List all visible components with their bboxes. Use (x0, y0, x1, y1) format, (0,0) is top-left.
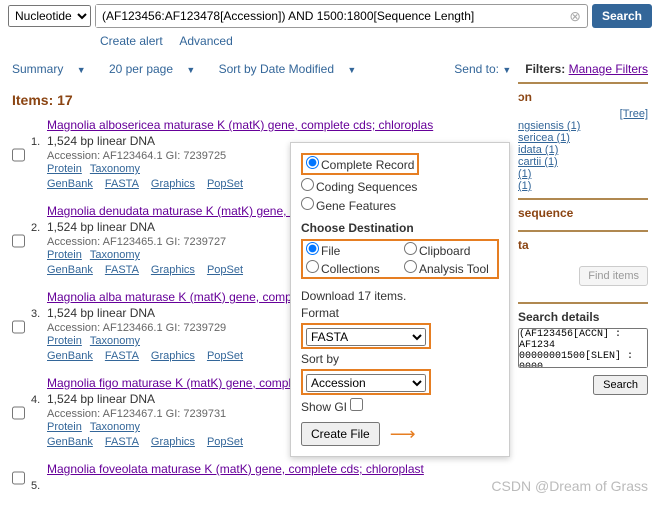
search-details-header: Search details (518, 310, 648, 324)
database-select[interactable]: Nucleotide (8, 5, 91, 27)
taxon-link[interactable]: idata (1) (518, 144, 648, 156)
taxon-link[interactable]: (1) (518, 180, 648, 192)
result-checkbox[interactable] (12, 206, 25, 276)
graphics-link[interactable]: Graphics (151, 178, 195, 190)
result-number: 4. (31, 394, 47, 448)
side-header-ta: ta (518, 238, 648, 252)
find-items-button[interactable]: Find items (579, 266, 648, 286)
collections-label: Collections (321, 262, 380, 276)
popset-link[interactable]: PopSet (207, 178, 243, 190)
graphics-link[interactable]: Graphics (151, 436, 195, 448)
sortby-label: Sort by (301, 352, 499, 366)
analysis-label: Analysis Tool (419, 262, 489, 276)
protein-link[interactable]: Protein (47, 249, 82, 261)
protein-link[interactable]: Protein (47, 163, 82, 175)
clipboard-label: Clipboard (419, 244, 470, 258)
arrow-icon: ⟶ (390, 424, 416, 445)
search-input[interactable] (96, 5, 563, 27)
graphics-link[interactable]: Graphics (151, 264, 195, 276)
gene-features-label: Gene Features (316, 199, 396, 213)
gene-features-radio[interactable] (301, 197, 314, 210)
clipboard-radio[interactable] (404, 242, 417, 255)
showgi-checkbox[interactable] (350, 398, 363, 411)
fasta-link[interactable]: FASTA (105, 264, 139, 276)
items-count: Items: 17 (12, 92, 508, 108)
search-details-button[interactable]: Search (593, 375, 648, 395)
fasta-link[interactable]: FASTA (105, 350, 139, 362)
coding-seq-label: Coding Sequences (316, 180, 417, 194)
taxonomy-link[interactable]: Taxonomy (90, 421, 140, 433)
result-number: 1. (31, 136, 47, 190)
protein-link[interactable]: Protein (47, 421, 82, 433)
taxonomy-link[interactable]: Taxonomy (90, 163, 140, 175)
result-checkbox[interactable] (12, 292, 25, 362)
popset-link[interactable]: PopSet (207, 264, 243, 276)
result-number: 2. (31, 222, 47, 276)
coding-seq-radio[interactable] (301, 178, 314, 191)
genbank-link[interactable]: GenBank (47, 178, 93, 190)
search-box: ⊗ (95, 4, 588, 28)
taxonomy-link[interactable]: Taxonomy (90, 335, 140, 347)
popset-link[interactable]: PopSet (207, 436, 243, 448)
clear-icon[interactable]: ⊗ (563, 8, 587, 25)
perpage-dropdown[interactable]: 20 per page ▼ (109, 62, 205, 76)
result-checkbox[interactable] (12, 378, 25, 448)
genbank-link[interactable]: GenBank (47, 350, 93, 362)
genbank-link[interactable]: GenBank (47, 436, 93, 448)
result-checkbox[interactable] (12, 464, 25, 492)
taxonomy-link[interactable]: Taxonomy (90, 249, 140, 261)
collections-radio[interactable] (306, 260, 319, 273)
tree-link[interactable]: [Tree] (518, 108, 648, 120)
file-radio[interactable] (306, 242, 319, 255)
graphics-link[interactable]: Graphics (151, 350, 195, 362)
result-number: 5. (31, 480, 47, 492)
watermark: CSDN @Dream of Grass (491, 478, 648, 494)
search-button[interactable]: Search (592, 4, 652, 28)
result-title[interactable]: Magnolia albosericea maturase K (matK) g… (47, 118, 433, 132)
result-checkbox[interactable] (12, 120, 25, 190)
filters-label: Filters: (525, 62, 565, 76)
fasta-link[interactable]: FASTA (105, 178, 139, 190)
side-header-on: ɔn (518, 90, 648, 104)
sendto-popup: Complete Record Coding Sequences Gene Fe… (290, 142, 510, 457)
sendto-dropdown[interactable]: Send to: ▼ (454, 62, 511, 76)
complete-record-label: Complete Record (321, 158, 414, 172)
search-details-text[interactable]: (AF123456[ACCN] : AF1234 00000001500[SLE… (518, 328, 648, 368)
manage-filters-link[interactable]: Manage Filters (569, 62, 648, 76)
sortby-select[interactable]: Accession (306, 374, 426, 392)
taxon-link[interactable]: sericea (1) (518, 132, 648, 144)
side-header-seq: sequence (518, 206, 648, 220)
popset-link[interactable]: PopSet (207, 350, 243, 362)
sort-dropdown[interactable]: Sort by Date Modified ▼ (219, 62, 367, 76)
format-label: Format (301, 306, 499, 320)
summary-dropdown[interactable]: Summary ▼ (12, 62, 96, 76)
taxon-link[interactable]: cartii (1) (518, 156, 648, 168)
showgi-label: Show GI (301, 400, 347, 414)
create-file-button[interactable]: Create File (301, 422, 380, 446)
advanced-link[interactable]: Advanced (179, 34, 232, 48)
genbank-link[interactable]: GenBank (47, 264, 93, 276)
taxon-link[interactable]: (1) (518, 168, 648, 180)
result-number: 3. (31, 308, 47, 362)
create-alert-link[interactable]: Create alert (100, 34, 163, 48)
download-count: Download 17 items. (301, 289, 499, 303)
file-label: File (321, 244, 340, 258)
format-select[interactable]: FASTA (306, 328, 426, 346)
choose-destination-label: Choose Destination (301, 221, 499, 235)
fasta-link[interactable]: FASTA (105, 436, 139, 448)
analysis-radio[interactable] (404, 260, 417, 273)
protein-link[interactable]: Protein (47, 335, 82, 347)
taxon-link[interactable]: ngsiensis (1) (518, 120, 648, 132)
complete-record-radio[interactable] (306, 156, 319, 169)
result-title[interactable]: Magnolia foveolata maturase K (matK) gen… (47, 462, 424, 476)
